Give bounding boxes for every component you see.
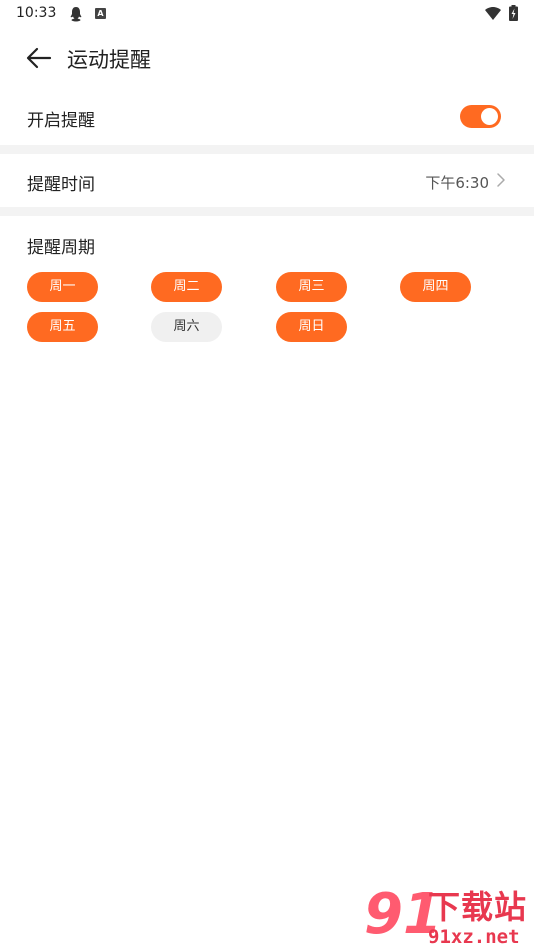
page-title: 运动提醒 xyxy=(67,48,151,72)
arrow-left-icon[interactable] xyxy=(26,46,52,70)
enable-reminder-toggle[interactable] xyxy=(460,105,501,128)
chevron-right-icon xyxy=(497,173,505,187)
section-divider xyxy=(0,145,534,154)
site-watermark: 91 下载站 91xz.net xyxy=(360,885,534,950)
toggle-knob xyxy=(481,108,498,125)
day-chip-thursday[interactable]: 周四 xyxy=(400,272,471,302)
status-time: 10:33 xyxy=(16,5,57,21)
day-chip-wednesday[interactable]: 周三 xyxy=(276,272,347,302)
exercise-reminder-screen: 10:33 A 运动提醒 开启提醒 提醒时间 下午6:30 提醒周期 周一 周二… xyxy=(0,0,534,950)
reminder-time-value: 下午6:30 xyxy=(425,174,489,192)
watermark-text: 下载站 xyxy=(428,888,528,926)
status-bar: 10:33 A xyxy=(0,0,534,28)
enable-reminder-label: 开启提醒 xyxy=(27,111,95,131)
watermark-url: 91xz.net xyxy=(428,926,520,948)
day-chip-saturday[interactable]: 周六 xyxy=(151,312,222,342)
reminder-time-label: 提醒时间 xyxy=(27,175,95,195)
section-divider xyxy=(0,207,534,216)
battery-charging-icon xyxy=(509,5,518,21)
wifi-icon xyxy=(485,7,501,20)
day-chip-friday[interactable]: 周五 xyxy=(27,312,98,342)
a-badge-icon: A xyxy=(95,8,106,19)
app-header: 运动提醒 xyxy=(0,38,534,78)
qq-icon xyxy=(70,7,82,22)
day-chip-sunday[interactable]: 周日 xyxy=(276,312,347,342)
day-chip-monday[interactable]: 周一 xyxy=(27,272,98,302)
day-chip-tuesday[interactable]: 周二 xyxy=(151,272,222,302)
reminder-cycle-label: 提醒周期 xyxy=(27,238,95,258)
enable-reminder-row: 开启提醒 xyxy=(0,90,534,145)
